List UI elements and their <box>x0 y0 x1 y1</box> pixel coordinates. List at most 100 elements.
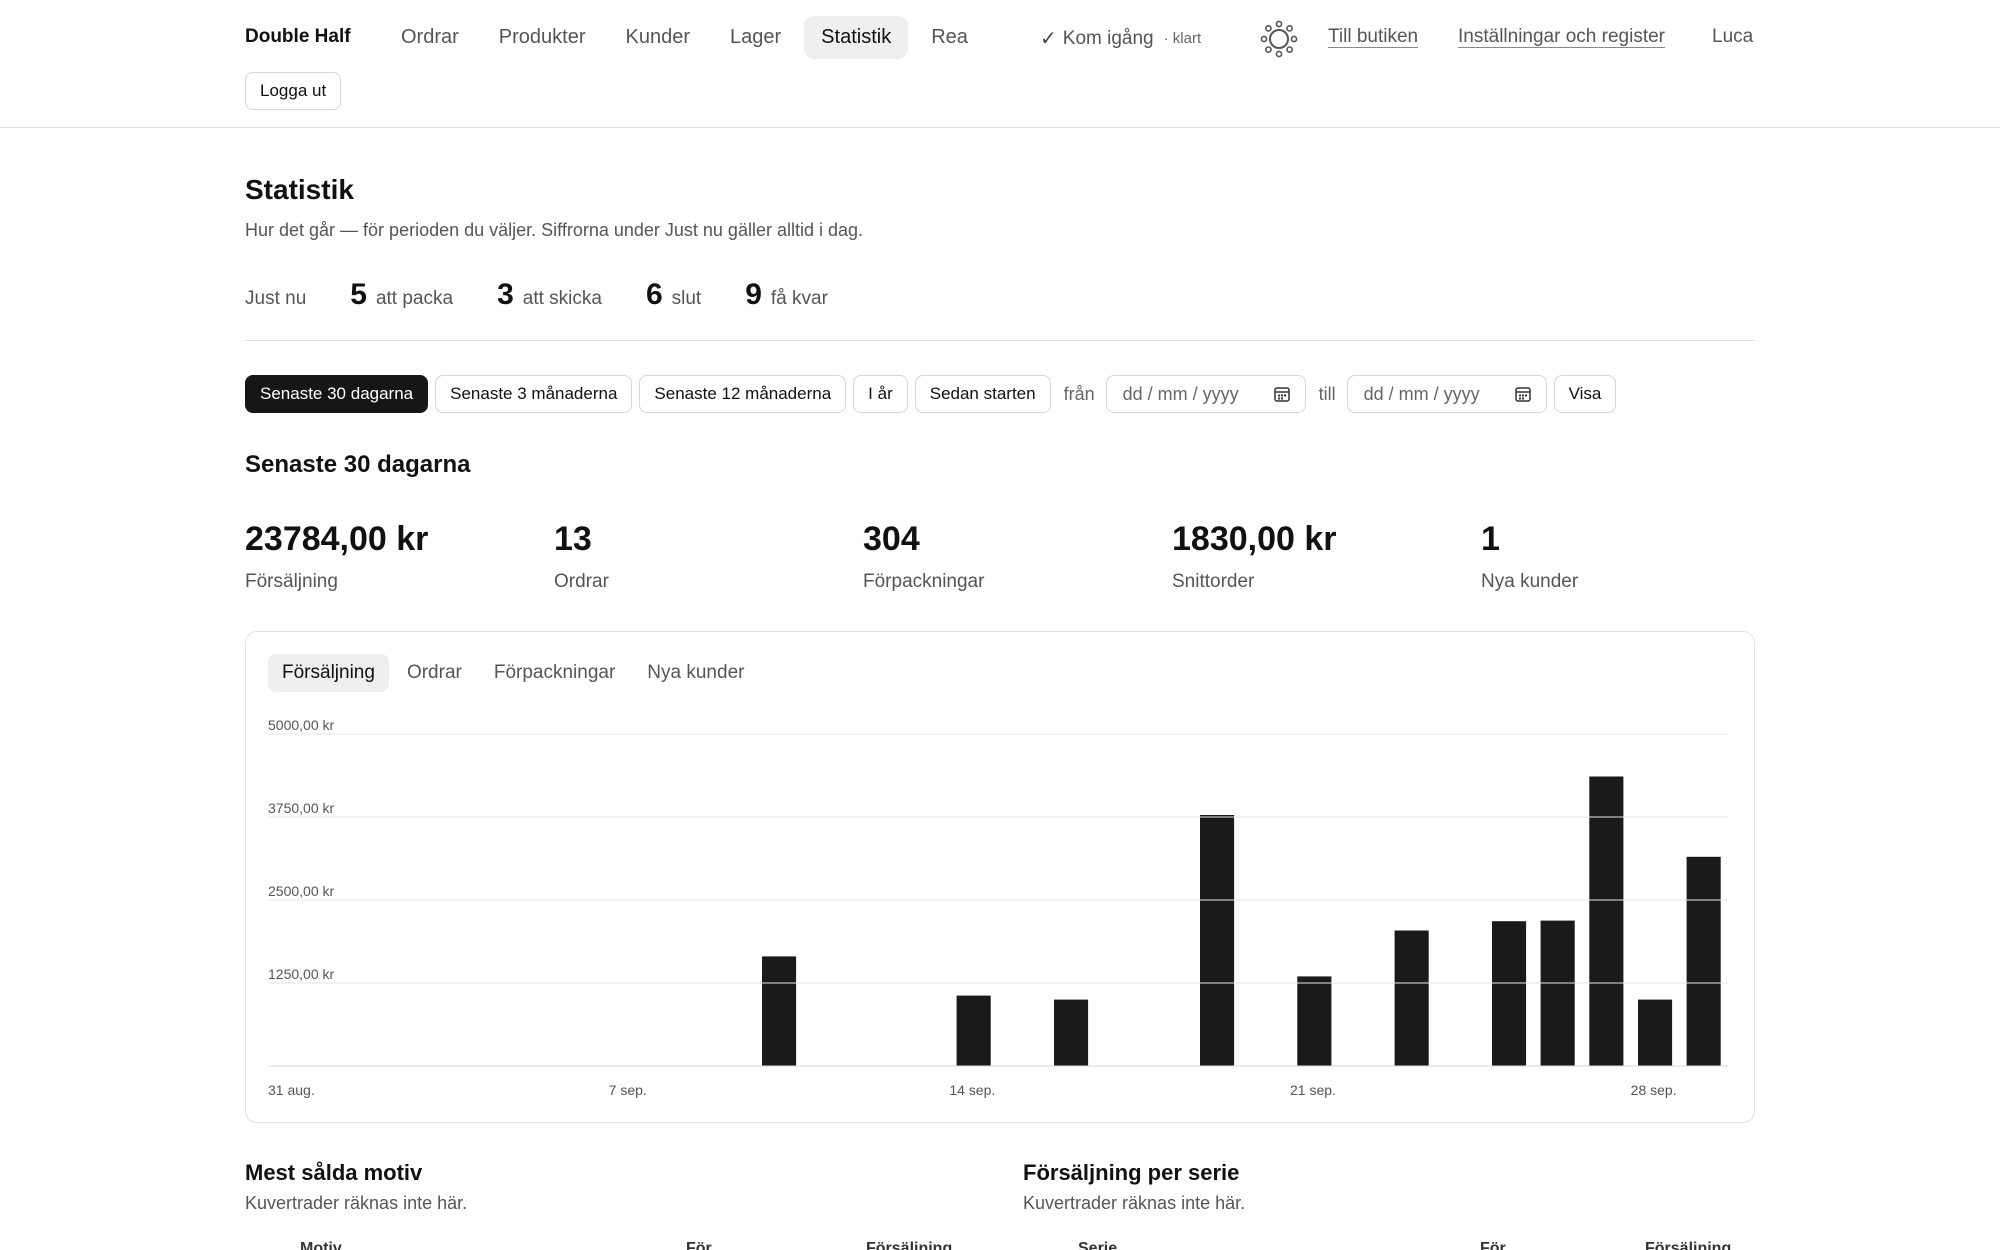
top-header: Double Half Ordrar Produkter Kunder Lager St… <box>0 0 2000 128</box>
shop-link[interactable]: Till butiken <box>1328 26 1418 48</box>
kpi-avg-order: 1830,00 kr Snittorder <box>1172 520 1337 593</box>
x-tick-label: 14 sep. <box>949 1082 995 1098</box>
logout-button[interactable]: Logga ut <box>245 72 342 110</box>
calendar-icon[interactable] <box>1273 385 1291 403</box>
x-tick-label: 21 sep. <box>1290 1082 1336 1098</box>
range-this-year[interactable]: I år <box>853 375 908 413</box>
kpi-packages: 304 Förpackningar <box>863 520 984 593</box>
page-title: Statistik <box>245 174 354 205</box>
check-icon: ✓ <box>1040 28 1057 50</box>
to-label: till <box>1318 383 1336 404</box>
nav-item-produkter[interactable]: Produkter <box>482 16 603 59</box>
metric-value: 3 <box>497 278 514 311</box>
metric-value: 5 <box>350 278 367 311</box>
metric-label: att packa <box>375 288 454 309</box>
chart-bar <box>1200 815 1235 1066</box>
from-date-input[interactable]: dd / mm / yyyy <box>1105 375 1306 413</box>
nav-item-rea[interactable]: Rea <box>914 16 985 59</box>
calendar-icon[interactable] <box>1514 385 1532 403</box>
range-last-12-months[interactable]: Senaste 12 månaderna <box>639 375 847 413</box>
x-tick-label: 28 sep. <box>1631 1082 1677 1098</box>
column-header[interactable]: Serie <box>1078 1240 1117 1250</box>
sales-chart: 1250,00 kr 2500,00 kr 3750,00 kr 5000,00 kr… <box>268 717 1728 1098</box>
metric-value: 9 <box>745 278 762 311</box>
getting-started-link[interactable]: ✓ Kom igång · klart <box>1040 26 1201 51</box>
x-tick-label: 31 aug. <box>268 1082 315 1098</box>
kpi-label: Försäljning <box>245 571 338 592</box>
column-header[interactable]: Försäljning <box>866 1240 952 1250</box>
x-tick-label: 7 sep. <box>609 1082 647 1098</box>
date-placeholder: dd / mm / yyyy <box>1363 383 1480 404</box>
column-header[interactable]: För <box>1480 1240 1506 1250</box>
brand-logo[interactable]: Double Half <box>245 26 351 48</box>
column-header[interactable]: Försäljning <box>1645 1240 1731 1250</box>
just-now-metric: 3 att skicka <box>497 278 602 312</box>
metric-label: slut <box>671 288 702 309</box>
chart-bar <box>1589 776 1624 1066</box>
page-subtitle: Hur det går — för perioden du väljer. Si… <box>245 220 864 240</box>
tab-new-customers[interactable]: Nya kunder <box>633 654 758 692</box>
period-filters: Senaste 30 dagarna Senaste 3 månaderna S… <box>245 375 1617 413</box>
nav-item-lager[interactable]: Lager <box>713 16 798 59</box>
kpi-label: Snittorder <box>1172 571 1255 592</box>
getting-started-status: · klart <box>1163 30 1202 47</box>
kpi-value: 13 <box>554 520 592 558</box>
settings-link[interactable]: Inställningar och register <box>1458 26 1665 48</box>
y-tick-label: 5000,00 kr <box>268 717 334 733</box>
chart-card: 1250,00 kr 2500,00 kr 3750,00 kr 5000,00 kr… <box>245 631 1755 1123</box>
sales-per-series-subtitle: Kuvertrader räknas inte här. <box>1023 1193 1246 1213</box>
top-motifs-subtitle: Kuvertrader räknas inte här. <box>245 1193 468 1213</box>
range-last-30-days[interactable]: Senaste 30 dagarna <box>245 375 429 413</box>
just-now-metric: 6 slut <box>646 278 701 312</box>
tab-packages[interactable]: Förpackningar <box>480 654 629 692</box>
range-last-3-months[interactable]: Senaste 3 månaderna <box>435 375 633 413</box>
tab-sales[interactable]: Försäljning <box>268 654 389 692</box>
just-now-metric: 5 att packa <box>350 278 453 312</box>
just-now-label: Just nu <box>245 288 307 309</box>
nav-item-kunder[interactable]: Kunder <box>609 16 708 59</box>
top-motifs-title: Mest sålda motiv <box>245 1160 423 1185</box>
column-header[interactable]: För <box>686 1240 712 1250</box>
main-nav: Ordrar Produkter Kunder Lager Statistik Rea <box>384 16 985 59</box>
kpi-sales: 23784,00 kr Försäljning <box>245 520 428 593</box>
chart-bar <box>1394 930 1429 1066</box>
y-tick-label: 3750,00 kr <box>268 800 334 816</box>
tab-orders[interactable]: Ordrar <box>393 654 476 692</box>
y-tick-label: 2500,00 kr <box>268 883 334 899</box>
metric-label: att skicka <box>522 288 602 309</box>
sun-icon[interactable] <box>1260 20 1298 58</box>
kpi-value: 1830,00 kr <box>1172 520 1337 558</box>
metric-label: få kvar <box>770 288 828 309</box>
column-header[interactable]: Motiv <box>300 1240 342 1250</box>
nav-item-ordrar[interactable]: Ordrar <box>384 16 476 59</box>
kpi-value: 1 <box>1481 520 1500 558</box>
kpi-value: 304 <box>863 520 920 558</box>
kpi-new-customers: 1 Nya kunder <box>1481 520 1578 593</box>
divider <box>245 340 1755 341</box>
kpi-label: Nya kunder <box>1481 571 1579 592</box>
range-since-start[interactable]: Sedan starten <box>914 375 1051 413</box>
just-now-metric: 9 få kvar <box>745 278 828 312</box>
just-now-summary: Just nu 5 att packa 3 att skicka 6 slut … <box>245 278 872 312</box>
chart-bar <box>1054 999 1089 1066</box>
kpi-orders: 13 Ordrar <box>554 520 609 593</box>
chart-bar <box>762 956 797 1066</box>
kpi-label: Ordrar <box>554 571 609 592</box>
chart-bar <box>1686 856 1721 1066</box>
kpi-label: Förpackningar <box>863 571 985 592</box>
show-button[interactable]: Visa <box>1553 375 1617 413</box>
y-tick-label: 1250,00 kr <box>268 966 334 982</box>
getting-started-label: Kom igång <box>1062 27 1154 49</box>
chart-bar <box>1638 999 1673 1066</box>
chart-bar <box>1297 976 1332 1066</box>
to-date-input[interactable]: dd / mm / yyyy <box>1346 375 1547 413</box>
kpi-value: 23784,00 kr <box>245 520 429 558</box>
chart-bar <box>956 995 991 1066</box>
chart-tabs: Försäljning Ordrar Förpackningar Nya kun… <box>268 654 758 692</box>
period-title: Senaste 30 dagarna <box>245 451 471 478</box>
chart-bar <box>1540 920 1575 1066</box>
sales-per-series-title: Försäljning per serie <box>1023 1160 1240 1185</box>
nav-item-statistik[interactable]: Statistik <box>804 16 909 59</box>
date-placeholder: dd / mm / yyyy <box>1122 383 1239 404</box>
user-name[interactable]: Luca <box>1712 26 1753 48</box>
